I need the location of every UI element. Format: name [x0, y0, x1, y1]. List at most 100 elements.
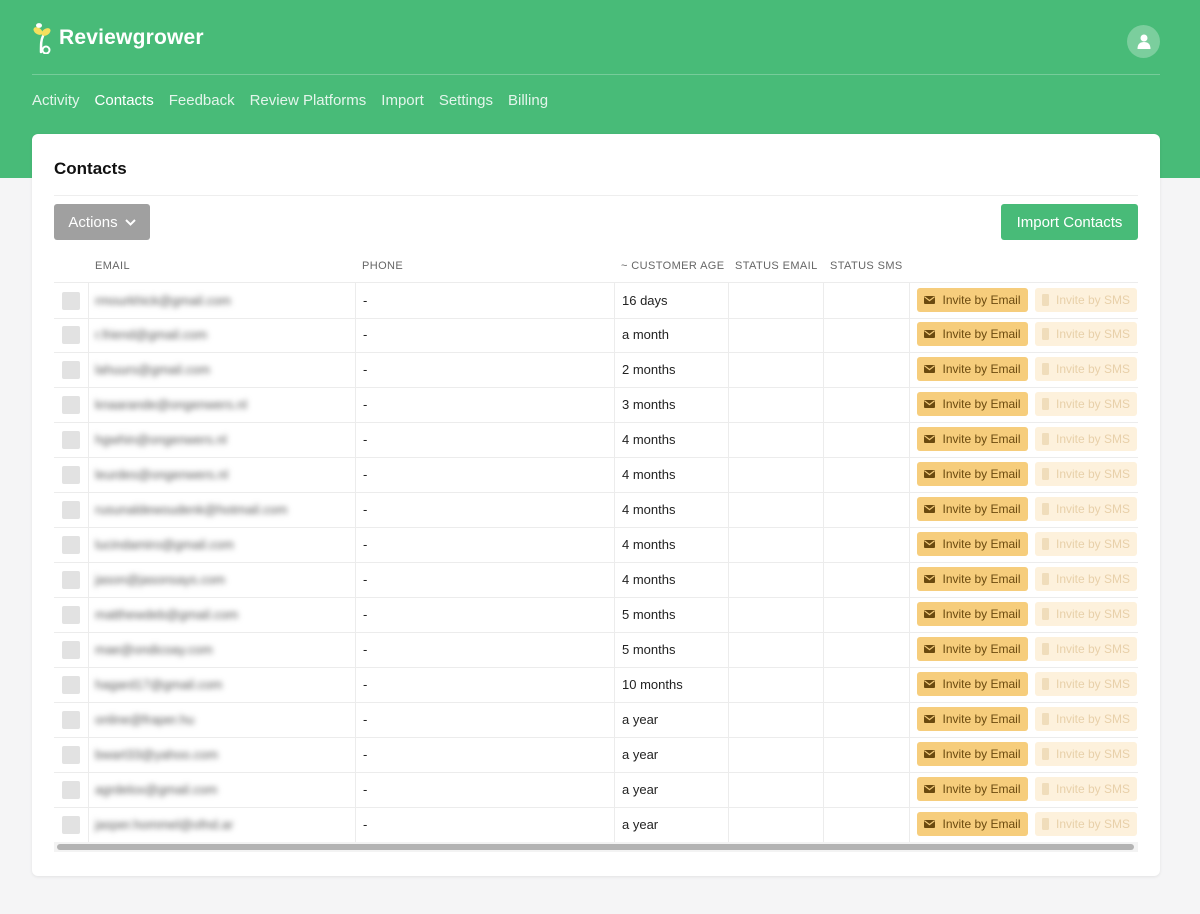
email-cell: online@fraper.hu	[95, 702, 194, 737]
row-select-checkbox[interactable]	[62, 431, 80, 449]
column-header-status-sms[interactable]: STATUS SMS	[830, 260, 903, 272]
column-divider	[909, 737, 910, 772]
nav-item-import[interactable]: Import	[381, 92, 424, 109]
nav-item-settings[interactable]: Settings	[439, 92, 493, 109]
import-contacts-button[interactable]: Import Contacts	[1001, 204, 1138, 240]
invite-email-label: Invite by Email	[942, 537, 1021, 551]
contact-email: rusunaldewoudenk@hotmail.com	[95, 502, 288, 517]
row-select-checkbox[interactable]	[62, 292, 80, 310]
invite-by-email-button[interactable]: Invite by Email	[917, 392, 1028, 416]
column-divider	[614, 597, 615, 632]
row-select-checkbox[interactable]	[62, 396, 80, 414]
nav-item-feedback[interactable]: Feedback	[169, 92, 235, 109]
invite-email-label: Invite by Email	[942, 607, 1021, 621]
email-cell: hgwhin@ongenwers.nl	[95, 422, 227, 457]
invite-email-label: Invite by Email	[942, 677, 1021, 691]
column-divider	[728, 562, 729, 597]
column-divider	[355, 632, 356, 667]
column-divider	[909, 807, 910, 842]
invite-by-email-button[interactable]: Invite by Email	[917, 322, 1028, 346]
column-divider	[909, 492, 910, 527]
mobile-phone-icon	[1041, 573, 1049, 585]
invite-by-email-button[interactable]: Invite by Email	[917, 742, 1028, 766]
horizontal-scrollbar[interactable]	[54, 842, 1138, 852]
row-select-checkbox[interactable]	[62, 781, 80, 799]
invite-by-email-button[interactable]: Invite by Email	[917, 567, 1028, 591]
email-cell: mae@ondicoay.com	[95, 632, 213, 667]
column-divider	[909, 772, 910, 807]
column-header-customer-age[interactable]: ~ CUSTOMER AGE	[621, 260, 725, 272]
invite-by-email-button[interactable]: Invite by Email	[917, 357, 1028, 381]
row-select-checkbox[interactable]	[62, 536, 80, 554]
customer-age-cell: 4 months	[622, 467, 676, 482]
row-select-checkbox[interactable]	[62, 676, 80, 694]
invite-by-sms-button: Invite by SMS	[1035, 672, 1137, 696]
invite-by-email-button[interactable]: Invite by Email	[917, 288, 1028, 312]
nav-item-billing[interactable]: Billing	[508, 92, 548, 109]
nav-item-activity[interactable]: Activity	[32, 92, 80, 109]
invite-by-email-button[interactable]: Invite by Email	[917, 427, 1028, 451]
row-select-checkbox[interactable]	[62, 606, 80, 624]
brand-logo[interactable]: Reviewgrower	[31, 22, 204, 54]
column-divider	[823, 597, 824, 632]
row-select-checkbox[interactable]	[62, 466, 80, 484]
row-select-checkbox[interactable]	[62, 361, 80, 379]
contact-email: lucindamiro@gmail.com	[95, 537, 234, 552]
phone-cell: -	[363, 782, 368, 797]
row-select-checkbox[interactable]	[62, 711, 80, 729]
row-select-checkbox[interactable]	[62, 816, 80, 834]
mobile-phone-icon	[1041, 783, 1049, 795]
invite-sms-label: Invite by SMS	[1055, 293, 1131, 307]
nav-item-contacts[interactable]: Contacts	[95, 92, 154, 109]
column-header-status-email[interactable]: STATUS EMAIL	[735, 260, 818, 272]
scrollbar-thumb[interactable]	[57, 844, 1134, 850]
invite-sms-label: Invite by SMS	[1055, 432, 1131, 446]
invite-sms-label: Invite by SMS	[1055, 747, 1131, 761]
invite-sms-label: Invite by SMS	[1055, 642, 1131, 656]
invite-by-email-button[interactable]: Invite by Email	[917, 672, 1028, 696]
column-divider	[728, 702, 729, 737]
invite-sms-label: Invite by SMS	[1055, 817, 1131, 831]
column-header-email[interactable]: EMAIL	[95, 260, 130, 272]
header-divider	[32, 74, 1160, 75]
envelope-icon	[924, 715, 936, 723]
invite-by-email-button[interactable]: Invite by Email	[917, 777, 1028, 801]
actions-dropdown-button[interactable]: Actions	[54, 204, 150, 240]
contacts-card: Contacts Actions Import Contacts EMAIL P…	[32, 134, 1160, 876]
invite-by-sms-button: Invite by SMS	[1035, 497, 1137, 521]
row-select-checkbox[interactable]	[62, 501, 80, 519]
row-select-checkbox[interactable]	[62, 571, 80, 589]
invite-by-email-button[interactable]: Invite by Email	[917, 707, 1028, 731]
column-divider	[909, 562, 910, 597]
column-header-phone[interactable]: PHONE	[362, 260, 403, 272]
row-select-checkbox[interactable]	[62, 746, 80, 764]
invite-email-label: Invite by Email	[942, 397, 1021, 411]
table-row: online@fraper.hu - a year Invite by Email In…	[54, 702, 1138, 738]
column-divider	[823, 667, 824, 702]
column-divider	[728, 387, 729, 422]
contact-email: knaarande@ongenwers.nl	[95, 397, 247, 412]
column-divider	[728, 422, 729, 457]
table-row: mae@ondicoay.com - 5 months Invite by Email…	[54, 632, 1138, 668]
invite-sms-label: Invite by SMS	[1055, 537, 1131, 551]
email-cell: lucindamiro@gmail.com	[95, 527, 234, 562]
invite-by-email-button[interactable]: Invite by Email	[917, 637, 1028, 661]
invite-by-email-button[interactable]: Invite by Email	[917, 497, 1028, 521]
column-divider	[728, 317, 729, 352]
customer-age-cell: a year	[622, 817, 659, 832]
envelope-icon	[924, 400, 936, 408]
table-row: hagard17@gmail.com - 10 months Invite by Em…	[54, 667, 1138, 703]
column-divider	[728, 772, 729, 807]
user-avatar-button[interactable]	[1127, 25, 1160, 58]
table-row: jason@jasonsays.com - 4 months Invite by Em…	[54, 562, 1138, 598]
nav-item-review-platforms[interactable]: Review Platforms	[250, 92, 367, 109]
invite-by-email-button[interactable]: Invite by Email	[917, 812, 1028, 836]
invite-by-email-button[interactable]: Invite by Email	[917, 532, 1028, 556]
column-divider	[823, 283, 824, 318]
row-select-checkbox[interactable]	[62, 641, 80, 659]
invite-by-email-button[interactable]: Invite by Email	[917, 602, 1028, 626]
envelope-icon	[924, 645, 936, 653]
email-cell: jasper.hommel@ofnd.ar	[95, 807, 233, 842]
row-select-checkbox[interactable]	[62, 326, 80, 344]
invite-by-email-button[interactable]: Invite by Email	[917, 462, 1028, 486]
